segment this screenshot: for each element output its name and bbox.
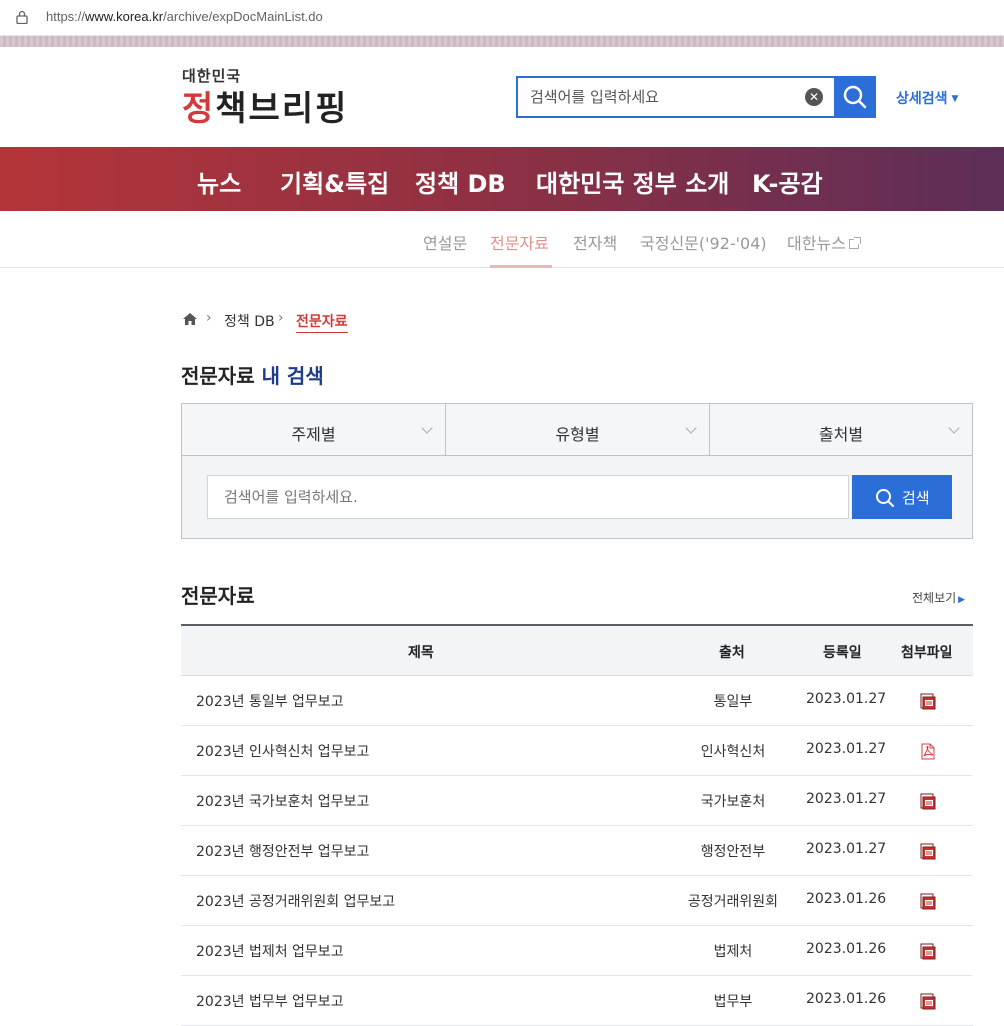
table-row[interactable]: 2023년 법제처 업무보고 법제처 2023.01.26 xyxy=(181,926,973,976)
search-section-title: 전문자료 내 검색 xyxy=(181,364,324,388)
column-header-date: 등록일 xyxy=(823,645,862,661)
row-date: 2023.01.26 xyxy=(806,891,887,907)
row-source: 행정안전부 xyxy=(700,844,766,860)
lock-icon xyxy=(16,10,28,24)
view-all-link[interactable]: 전체보기 ▶ xyxy=(912,589,965,606)
filter-search-input[interactable] xyxy=(208,476,848,518)
subnav-item-gazette[interactable]: 국정신문('92-'04) xyxy=(640,230,767,254)
subnav-item-ebook[interactable]: 전자책 xyxy=(573,230,617,254)
filter-tabs: 주제별 유형별 출처별 xyxy=(182,404,972,456)
filter-tab-label: 유형별 xyxy=(555,425,600,444)
gnb-item-policy-db[interactable]: 정책 DB xyxy=(415,164,506,199)
home-icon[interactable] xyxy=(182,312,198,326)
hwp-file-icon[interactable] xyxy=(920,943,936,960)
table-row[interactable]: 2023년 법무부 업무보고 법무부 2023.01.26 xyxy=(181,976,973,1026)
header-search-button[interactable] xyxy=(834,76,876,118)
url-text[interactable]: https://www.korea.kr/archive/expDocMainL… xyxy=(46,9,323,24)
filter-tab-type[interactable]: 유형별 xyxy=(446,404,710,456)
active-tab-indicator xyxy=(490,265,552,268)
logo-big-text: 정책브리핑 xyxy=(182,89,349,129)
sub-navigation: 연설문 전문자료 전자책 국정신문('92-'04) 대한뉴스 xyxy=(0,211,1004,268)
row-date: 2023.01.26 xyxy=(806,991,887,1007)
hwp-file-icon[interactable] xyxy=(920,693,936,710)
chevron-right-icon: › xyxy=(278,310,284,326)
table-row[interactable]: 2023년 공정거래위원회 업무보고 공정거래위원회 2023.01.26 xyxy=(181,876,973,926)
main-navigation: 뉴스 기획&특집 정책 DB 대한민국 정부 소개 K-공감 xyxy=(0,147,1004,211)
advanced-search-toggle[interactable]: 상세검색 ▼ xyxy=(896,88,958,108)
subnav-item-expert-docs[interactable]: 전문자료 xyxy=(490,230,549,254)
row-source: 법무부 xyxy=(713,994,753,1010)
gnb-item-government[interactable]: 대한민국 정부 소개 xyxy=(536,164,729,199)
row-date: 2023.01.27 xyxy=(806,691,887,707)
hwp-file-icon[interactable] xyxy=(920,793,936,810)
row-source: 국가보훈처 xyxy=(700,794,766,810)
table-header: 제목 출처 등록일 첨부파일 xyxy=(181,624,973,676)
row-title[interactable]: 2023년 통일부 업무보고 xyxy=(196,691,344,711)
table-row[interactable]: 2023년 인사혁신처 업무보고 인사혁신처 2023.01.27 xyxy=(181,726,973,776)
row-title[interactable]: 2023년 인사혁신처 업무보고 xyxy=(196,741,369,761)
filter-search-field xyxy=(207,475,849,519)
browser-address-bar[interactable]: https://www.korea.kr/archive/expDocMainL… xyxy=(0,0,1004,36)
search-icon xyxy=(876,489,894,507)
column-header-title: 제목 xyxy=(408,645,434,661)
column-header-source: 출처 xyxy=(719,645,745,661)
gnb-item-k-gonggam[interactable]: K-공감 xyxy=(752,164,823,199)
hwp-file-icon[interactable] xyxy=(920,993,936,1010)
pdf-file-icon[interactable] xyxy=(920,743,936,760)
site-header: 대한민국 정책브리핑 ✕ 상세검색▼ xyxy=(0,47,1004,147)
row-title[interactable]: 2023년 행정안전부 업무보고 xyxy=(196,841,369,861)
filter-tab-topic[interactable]: 주제별 xyxy=(182,404,446,456)
row-title[interactable]: 2023년 법무부 업무보고 xyxy=(196,991,344,1011)
row-title[interactable]: 2023년 국가보훈처 업무보고 xyxy=(196,791,369,811)
header-search-input[interactable] xyxy=(518,78,798,116)
row-title[interactable]: 2023년 법제처 업무보고 xyxy=(196,941,344,961)
row-source: 공정거래위원회 xyxy=(687,894,779,910)
header-search-box: ✕ xyxy=(516,76,836,118)
filter-search-button-label: 검색 xyxy=(902,489,930,507)
table-row[interactable]: 2023년 국가보훈처 업무보고 국가보훈처 2023.01.27 xyxy=(181,776,973,826)
subnav-item-daehan-news[interactable]: 대한뉴스 xyxy=(787,230,861,254)
caret-down-icon: ▼ xyxy=(951,94,959,104)
row-date: 2023.01.27 xyxy=(806,841,887,857)
gnb-item-news[interactable]: 뉴스 xyxy=(197,164,241,199)
filter-search-box: 주제별 유형별 출처별 검색 xyxy=(181,403,973,539)
filter-tab-source[interactable]: 출처별 xyxy=(710,404,972,456)
gnb-item-feature[interactable]: 기획&특집 xyxy=(280,164,389,199)
row-date: 2023.01.27 xyxy=(806,791,887,807)
search-icon xyxy=(843,85,867,109)
filter-tab-label: 출처별 xyxy=(818,425,864,444)
subnav-item-speech[interactable]: 연설문 xyxy=(423,230,467,254)
chevron-right-icon: › xyxy=(206,310,212,326)
breadcrumb-item-policy-db[interactable]: 정책 DB xyxy=(224,311,275,331)
row-title[interactable]: 2023년 공정거래위원회 업무보고 xyxy=(196,891,395,911)
list-section-title: 전문자료 xyxy=(181,584,255,608)
filter-tab-label: 주제별 xyxy=(291,425,336,444)
caret-right-icon: ▶ xyxy=(958,595,966,605)
table-row[interactable]: 2023년 통일부 업무보고 통일부 2023.01.27 xyxy=(181,676,973,726)
external-link-icon xyxy=(848,237,861,249)
hwp-file-icon[interactable] xyxy=(920,893,936,910)
breadcrumb-item-current[interactable]: 전문자료 xyxy=(296,311,348,333)
row-source: 인사혁신처 xyxy=(700,744,766,760)
filter-search-button[interactable]: 검색 xyxy=(852,475,952,519)
row-source: 통일부 xyxy=(713,694,753,710)
decorative-stripe xyxy=(0,36,1004,47)
table-row[interactable]: 2023년 행정안전부 업무보고 행정안전부 2023.01.27 xyxy=(181,826,973,876)
row-date: 2023.01.26 xyxy=(806,941,887,957)
row-date: 2023.01.27 xyxy=(806,741,887,757)
column-header-attachment: 첨부파일 xyxy=(901,645,953,661)
clear-icon[interactable]: ✕ xyxy=(805,88,823,106)
row-source: 법제처 xyxy=(713,944,753,960)
site-logo[interactable]: 대한민국 정책브리핑 xyxy=(182,65,346,129)
hwp-file-icon[interactable] xyxy=(920,843,936,860)
